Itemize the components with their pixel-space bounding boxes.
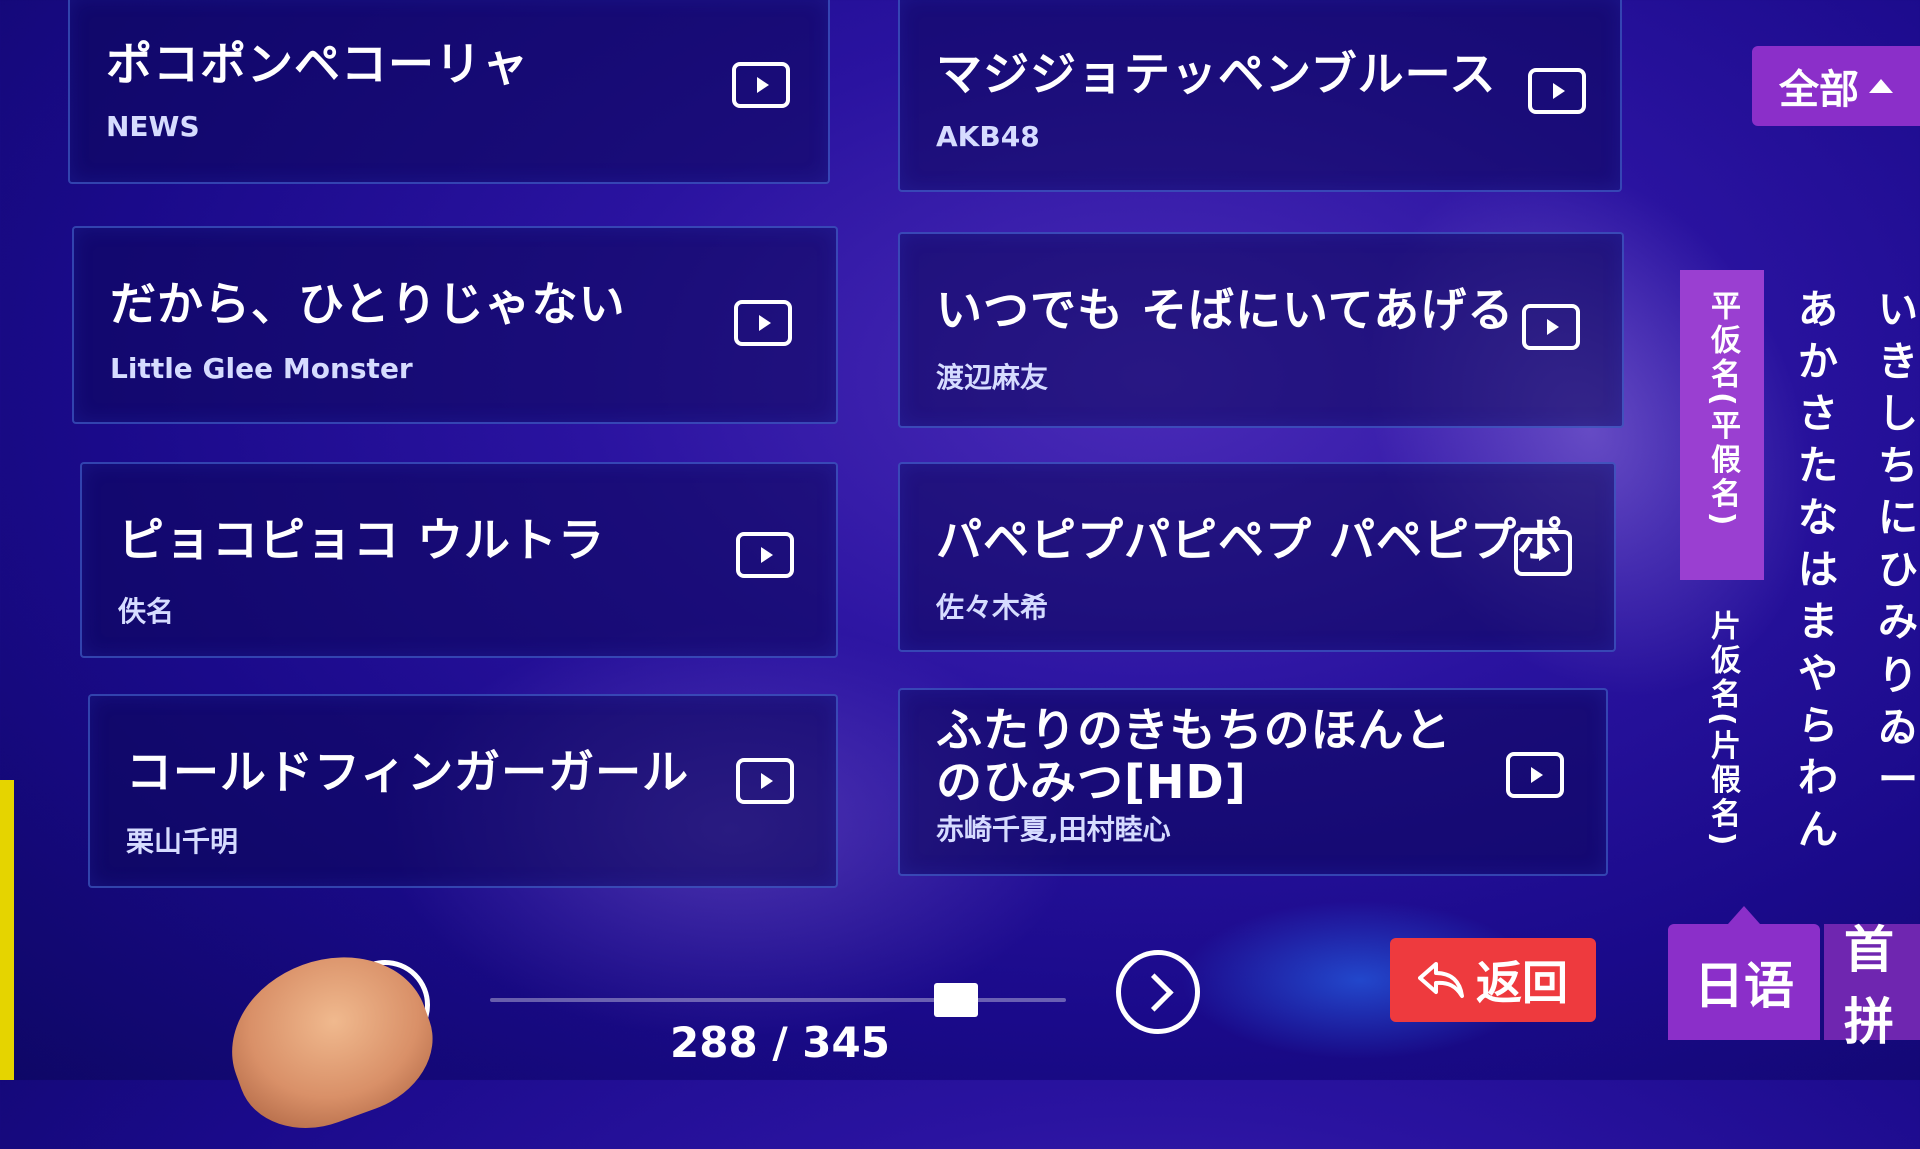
back-label: 返回 [1476,956,1568,1010]
song-card[interactable]: ピョコピョコ ウルトラ 佚名 [80,462,838,658]
song-artist: 渡辺麻友 [936,361,1049,394]
song-artist: 佚名 [118,595,175,628]
screen-bezel-edge [0,780,14,1080]
song-artist: Little Glee Monster [110,352,413,385]
song-title: コールドフィンガーガール [126,745,690,799]
user-finger [208,930,452,1149]
song-title: ピョコピョコ ウルトラ [118,513,606,567]
kana-key[interactable]: い [1878,285,1918,335]
page-counter: 288 / 345 [670,1018,890,1067]
song-title: いつでも そばにいてあげる [936,283,1515,337]
kana-column-i: い き し ち に ひ み り ゐ ー [1878,285,1918,805]
tab-japanese[interactable]: 日语 [1668,924,1820,1040]
kana-key[interactable]: き [1878,337,1918,387]
kana-key[interactable]: み [1878,597,1918,647]
page-slider-thumb[interactable] [933,983,978,1017]
filter-all-label: 全部 [1779,67,1859,113]
play-video-icon[interactable] [732,62,790,108]
tab-initials[interactable]: 首拼 [1824,921,1920,1051]
play-video-icon[interactable] [1506,752,1564,798]
kana-key[interactable]: ひ [1878,545,1918,595]
song-card[interactable]: だから、ひとりじゃない Little Glee Monster [72,226,838,424]
song-card[interactable]: ポコポンペコーリャ NEWS [68,0,830,184]
kana-key[interactable]: な [1798,493,1838,543]
kana-key[interactable]: し [1878,389,1918,439]
tab-hiragana[interactable]: 平仮名(平假名) [1680,270,1764,580]
song-artist: NEWS [106,110,200,143]
back-arrow-icon [1418,962,1464,998]
song-title: マジジョテッペンブルース [936,47,1497,101]
song-card[interactable]: ふたりのきもちのほんとのひみつ[HD] 赤崎千夏,田村睦心 [898,688,1608,876]
tab-katakana-label: 片仮名(片假名) [1705,610,1740,850]
tab-pointer [1728,906,1760,924]
kana-key[interactable]: ら [1798,701,1838,751]
kana-key[interactable]: さ [1798,389,1838,439]
play-video-icon[interactable] [1514,530,1572,576]
kana-key[interactable]: り [1878,651,1918,701]
play-video-icon[interactable] [1528,68,1586,114]
next-page-button[interactable] [1116,950,1200,1034]
caret-up-icon [1869,79,1893,93]
kana-key[interactable]: や [1798,649,1838,699]
tab-katakana[interactable]: 片仮名(片假名) [1680,600,1764,870]
back-button[interactable]: 返回 [1390,938,1596,1022]
kana-key[interactable]: か [1798,337,1838,387]
song-card[interactable]: コールドフィンガーガール 栗山千明 [88,694,838,888]
kana-index-panel: 平仮名(平假名) 片仮名(片假名) あ か さ た な は ま や ら わ ん … [1680,270,1920,870]
kana-key[interactable]: ち [1878,441,1918,491]
page-slider[interactable] [490,983,1066,1017]
song-artist: AKB48 [936,120,1040,153]
song-card[interactable]: マジジョテッペンブルース AKB48 [898,0,1622,192]
play-video-icon[interactable] [736,532,794,578]
song-card[interactable]: いつでも そばにいてあげる 渡辺麻友 [898,232,1624,428]
filter-all-button[interactable]: 全部 [1752,46,1920,126]
play-video-icon[interactable] [734,300,792,346]
chevron-right-icon [1134,972,1174,1012]
tab-hiragana-label: 平仮名(平假名) [1705,290,1740,530]
song-card[interactable]: パペピプパピペプ パペピプポ 佐々木希 [898,462,1616,652]
kana-key[interactable]: ゐ [1878,703,1918,753]
song-artist: 佐々木希 [936,591,1049,624]
kana-key[interactable]: ん [1798,805,1838,855]
kana-key[interactable]: わ [1798,753,1838,803]
song-title: ふたりのきもちのほんとのひみつ[HD] [936,703,1452,809]
tab-initials-label: 首拼 [1844,921,1894,1051]
play-video-icon[interactable] [1522,304,1580,350]
play-video-icon[interactable] [736,758,794,804]
song-title: パペピプパピペプ パペピプポ [936,513,1565,567]
kana-key[interactable]: ま [1798,597,1838,647]
song-title: だから、ひとりじゃない [110,277,626,331]
kana-key[interactable]: に [1878,493,1918,543]
song-title: ポコポンペコーリャ [106,37,529,91]
kana-key[interactable]: ー [1878,755,1918,805]
song-artist: 赤崎千夏,田村睦心 [936,813,1171,846]
kana-key[interactable]: は [1798,545,1838,595]
song-artist: 栗山千明 [126,825,239,858]
kana-key[interactable]: た [1798,441,1838,491]
kana-column-a: あ か さ た な は ま や ら わ ん [1798,285,1838,855]
tab-japanese-label: 日语 [1694,957,1794,1015]
kana-key[interactable]: あ [1798,285,1838,335]
